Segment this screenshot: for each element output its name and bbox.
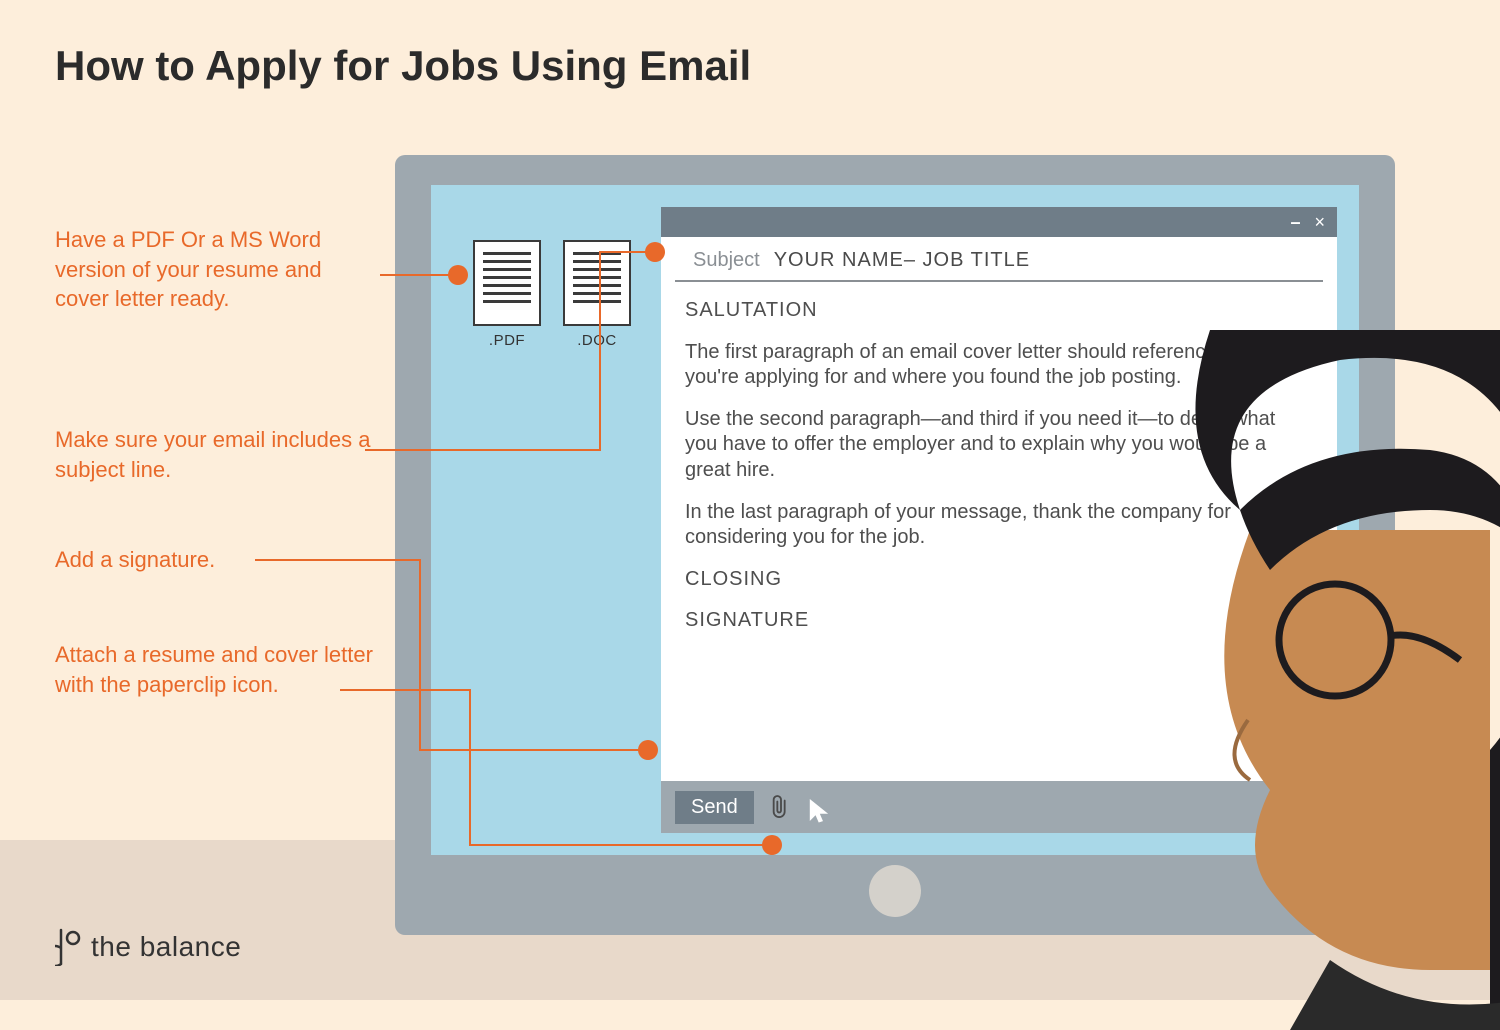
- brand-text: the balance: [91, 931, 241, 963]
- paperclip-icon[interactable]: [770, 793, 792, 821]
- email-titlebar: – ×: [661, 207, 1337, 237]
- monitor-frame: .PDF .DOC – × Subject YOUR NAME– JOB TIT…: [395, 155, 1395, 935]
- subject-value[interactable]: YOUR NAME– JOB TITLE: [774, 249, 1030, 272]
- email-toolbar: Send: [661, 781, 1337, 833]
- body-paragraph-2: Use the second paragraph—and third if yo…: [685, 407, 1313, 484]
- file-doc[interactable]: .DOC: [561, 240, 633, 349]
- tip-resume-ready: Have a PDF Or a MS Word version of your …: [55, 225, 375, 314]
- monitor-home-button: [869, 865, 921, 917]
- salutation: SALUTATION: [685, 298, 1313, 324]
- file-pdf[interactable]: .PDF: [471, 240, 543, 349]
- closing: CLOSING: [685, 567, 1313, 593]
- document-icon: [563, 240, 631, 326]
- minimize-button[interactable]: –: [1290, 212, 1300, 233]
- tip-signature: Add a signature.: [55, 545, 215, 575]
- file-pdf-label: .PDF: [471, 332, 543, 349]
- email-window: – × Subject YOUR NAME– JOB TITLE SALUTAT…: [661, 207, 1337, 833]
- email-body[interactable]: SALUTATION The first paragraph of an ema…: [661, 282, 1337, 781]
- body-paragraph-3: In the last paragraph of your message, t…: [685, 500, 1313, 551]
- brand-logo: the balance: [55, 928, 241, 966]
- body-paragraph-1: The first paragraph of an email cover le…: [685, 340, 1313, 391]
- signature: SIGNATURE: [685, 608, 1313, 634]
- tip-attach: Attach a resume and cover letter with th…: [55, 640, 375, 699]
- email-subject-row: Subject YOUR NAME– JOB TITLE: [675, 237, 1323, 282]
- subject-label: Subject: [693, 249, 760, 272]
- desktop-screen: .PDF .DOC – × Subject YOUR NAME– JOB TIT…: [431, 185, 1359, 855]
- tip-subject-line: Make sure your email includes a subject …: [55, 425, 375, 484]
- close-button[interactable]: ×: [1314, 212, 1325, 233]
- send-button[interactable]: Send: [675, 791, 754, 824]
- file-doc-label: .DOC: [561, 332, 633, 349]
- page-title: How to Apply for Jobs Using Email: [55, 42, 751, 90]
- document-icon: [473, 240, 541, 326]
- balance-logo-icon: [55, 928, 83, 966]
- cursor-icon: [808, 798, 830, 824]
